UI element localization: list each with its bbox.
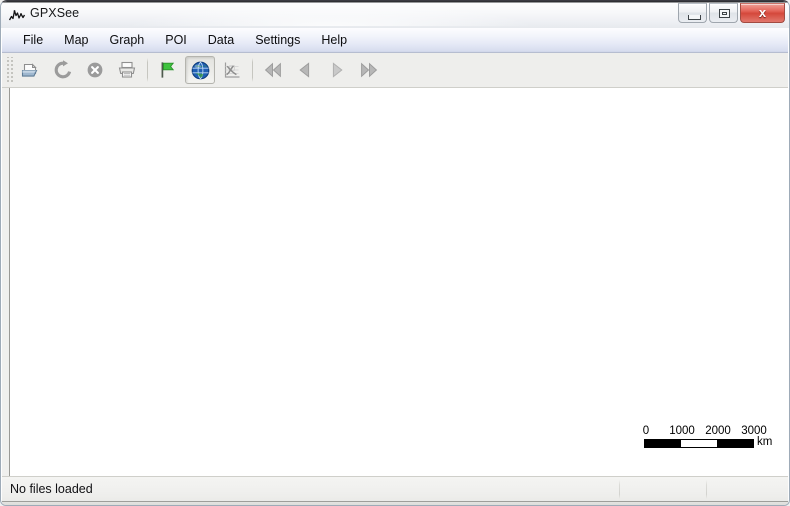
menu-item-help[interactable]: Help bbox=[311, 30, 357, 51]
toolbar-separator-1 bbox=[147, 58, 148, 82]
show-poi-button[interactable] bbox=[153, 56, 183, 84]
scale-label-0: 0 bbox=[642, 425, 650, 437]
title-bar[interactable]: GPXSee x bbox=[1, 1, 789, 28]
scale-segment bbox=[681, 440, 717, 447]
menu-bar: File Map Graph POI Data Settings Help bbox=[2, 28, 788, 53]
menu-item-file[interactable]: File bbox=[13, 30, 53, 51]
toolbar-drag-handle[interactable] bbox=[5, 57, 14, 83]
status-message: No files loaded bbox=[10, 482, 93, 496]
maximize-button[interactable] bbox=[709, 3, 738, 23]
menu-item-settings[interactable]: Settings bbox=[245, 30, 310, 51]
window-title: GPXSee bbox=[30, 6, 80, 20]
map-scale-bar: 0 1000 2000 3000 km bbox=[642, 425, 773, 448]
scale-segment bbox=[645, 440, 681, 447]
show-map-button[interactable] bbox=[185, 56, 215, 84]
close-circle-icon bbox=[87, 62, 103, 78]
scale-unit-label: km bbox=[757, 436, 773, 448]
show-graphs-button[interactable] bbox=[217, 56, 247, 84]
gpxsee-application-window: GPXSee x File Map Graph POI Data Setting… bbox=[0, 0, 790, 506]
scale-segment bbox=[717, 440, 753, 447]
window-maximize-icon bbox=[719, 9, 730, 18]
map-area-container: 0 1000 2000 3000 km bbox=[2, 88, 788, 476]
toolbar-separator-2 bbox=[252, 58, 253, 82]
step-next-icon bbox=[332, 62, 343, 78]
last-button[interactable] bbox=[354, 56, 384, 84]
status-bar-divider bbox=[619, 480, 620, 499]
menu-item-map[interactable]: Map bbox=[54, 30, 98, 51]
menu-item-graph[interactable]: Graph bbox=[99, 30, 154, 51]
main-toolbar bbox=[2, 53, 788, 88]
close-file-button[interactable] bbox=[80, 56, 110, 84]
globe-icon bbox=[191, 61, 209, 79]
open-folder-icon bbox=[21, 63, 38, 77]
menu-item-data[interactable]: Data bbox=[198, 30, 244, 51]
printer-icon bbox=[118, 61, 136, 78]
open-file-button[interactable] bbox=[16, 56, 46, 84]
skip-to-first-icon bbox=[264, 62, 281, 78]
print-button[interactable] bbox=[112, 56, 142, 84]
status-bar: No files loaded bbox=[2, 476, 788, 505]
skip-to-last-icon bbox=[361, 62, 378, 78]
title-bar-highlight bbox=[121, 2, 541, 26]
scale-label-1: 1000 bbox=[669, 425, 695, 437]
status-bar-divider bbox=[706, 480, 707, 499]
first-button[interactable] bbox=[258, 56, 288, 84]
minimize-button[interactable] bbox=[678, 3, 707, 23]
window-close-icon: x bbox=[758, 5, 767, 20]
window-minimize-icon bbox=[688, 15, 701, 20]
step-previous-icon bbox=[299, 62, 310, 78]
elevation-profile-logo-icon bbox=[8, 6, 26, 24]
menu-item-poi[interactable]: POI bbox=[155, 30, 197, 51]
window-frame: GPXSee x File Map Graph POI Data Setting… bbox=[0, 0, 790, 506]
reload-arrow-icon bbox=[54, 60, 72, 79]
scale-label-2: 2000 bbox=[705, 425, 731, 437]
window-bottom-edge bbox=[2, 501, 788, 505]
line-graph-icon bbox=[224, 62, 240, 78]
green-flag-icon bbox=[161, 62, 175, 78]
scale-bar-labels: 0 1000 2000 3000 bbox=[642, 425, 770, 439]
reload-button[interactable] bbox=[48, 56, 78, 84]
map-canvas[interactable]: 0 1000 2000 3000 km bbox=[9, 88, 788, 476]
close-button[interactable]: x bbox=[740, 3, 785, 23]
window-controls: x bbox=[676, 3, 785, 24]
previous-button[interactable] bbox=[290, 56, 320, 84]
scale-bar-graphic: km bbox=[644, 436, 773, 448]
next-button[interactable] bbox=[322, 56, 352, 84]
